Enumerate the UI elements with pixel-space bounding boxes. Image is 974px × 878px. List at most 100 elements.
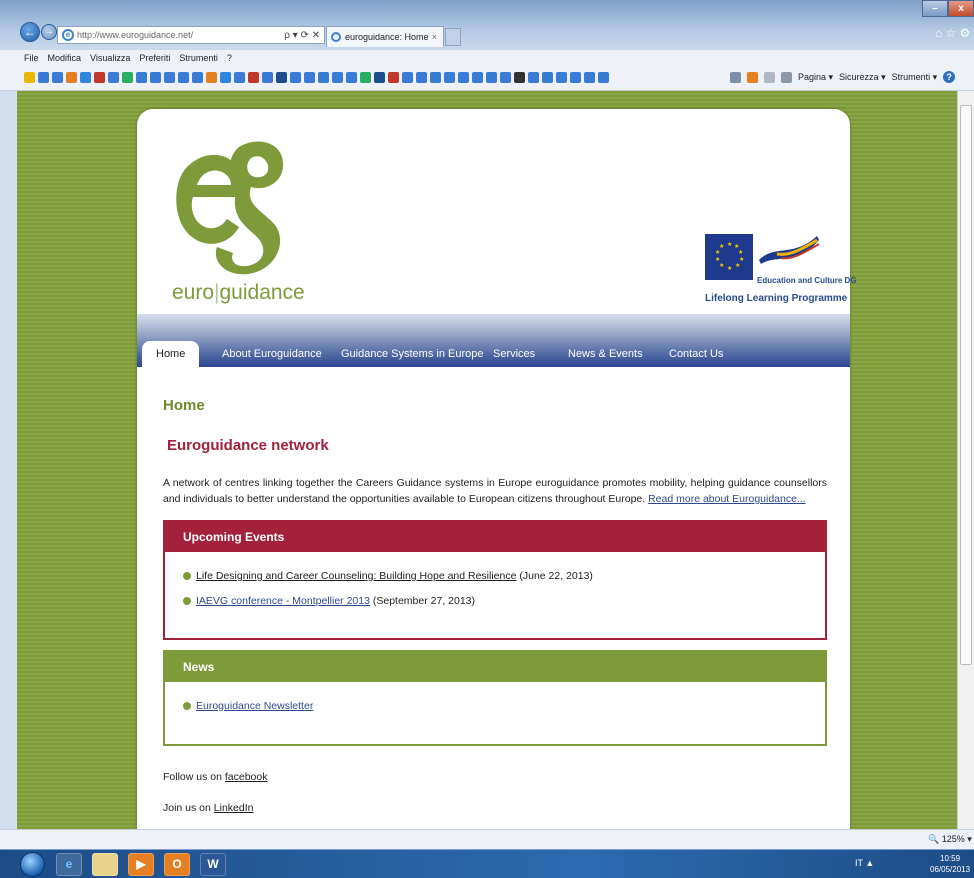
event-date: (June 22, 2013) [519, 570, 593, 582]
status-bar: 🔍 125% ▾ [0, 829, 974, 849]
tab-close-icon[interactable]: × [432, 32, 443, 42]
site-container: euro|guidance ★ ★ ★ ★ ★ ★ ★ ★ ★ ★ Education and… [137, 109, 857, 829]
favorite-link-icon[interactable] [192, 72, 203, 83]
favorite-link-icon[interactable] [38, 72, 49, 83]
vertical-scrollbar[interactable] [957, 91, 974, 829]
favorite-link-icon[interactable] [318, 72, 329, 83]
window-left-edge [0, 91, 17, 829]
favorite-link-icon[interactable] [374, 72, 385, 83]
zoom-level[interactable]: 🔍 125% ▾ [928, 834, 972, 845]
favorite-link-icon[interactable] [248, 72, 259, 83]
nav-news-events[interactable]: News & Events [568, 341, 643, 367]
favorite-link-icon[interactable] [150, 72, 161, 83]
scroll-thumb[interactable] [960, 105, 972, 665]
favorite-link-icon[interactable] [388, 72, 399, 83]
taskbar-media-icon[interactable]: ▶ [128, 853, 154, 876]
favorite-link-icon[interactable] [584, 72, 595, 83]
favorite-link-icon[interactable] [360, 72, 371, 83]
facebook-link[interactable]: facebook [225, 771, 268, 783]
menu-pagina[interactable]: Pagina ▾ [798, 72, 833, 83]
home-favorites-tools-icons[interactable]: ⌂ ☆ ⚙ [935, 26, 970, 40]
favorite-link-icon[interactable] [234, 72, 245, 83]
browser-titlebar: ← → e http://www.euroguidance.net/ ρ ▾ ⟳… [0, 0, 974, 50]
favorite-link-icon[interactable] [570, 72, 581, 83]
favorite-link-icon[interactable] [94, 72, 105, 83]
favorite-link-icon[interactable] [276, 72, 287, 83]
menu-help[interactable]: ? [227, 53, 232, 63]
taskbar-word-icon[interactable]: W [200, 853, 226, 876]
system-tray[interactable]: IT ▲ [855, 858, 874, 868]
menu-visualizza[interactable]: Visualizza [90, 53, 130, 63]
nav-services[interactable]: Services [493, 341, 535, 367]
event-link-iaevg[interactable]: IAEVG conference - Montpellier 2013 [196, 595, 370, 607]
favorite-link-icon[interactable] [402, 72, 413, 83]
favorite-link-icon[interactable] [528, 72, 539, 83]
minimize-button[interactable]: – [922, 0, 948, 17]
nav-guidance-systems[interactable]: Guidance Systems in Europe [341, 341, 483, 367]
favorite-link-icon[interactable] [430, 72, 441, 83]
close-window-button[interactable]: x [948, 0, 974, 17]
start-button[interactable] [20, 852, 45, 877]
favorite-link-icon[interactable] [472, 72, 483, 83]
favorite-link-icon[interactable] [556, 72, 567, 83]
newsletter-link[interactable]: Euroguidance Newsletter [196, 700, 313, 712]
taskbar-explorer-icon[interactable] [92, 853, 118, 876]
favorite-link-icon[interactable] [304, 72, 315, 83]
favorite-link-icon[interactable] [486, 72, 497, 83]
menu-strumenti-cmd[interactable]: Strumenti ▾ [892, 72, 938, 83]
home-page-icon[interactable] [730, 71, 741, 83]
taskbar-outlook-icon[interactable]: O [164, 853, 190, 876]
favorite-link-icon[interactable] [542, 72, 553, 83]
favorite-link-icon[interactable] [346, 72, 357, 83]
favorite-link-icon[interactable] [206, 72, 217, 83]
address-bar[interactable]: e http://www.euroguidance.net/ ρ ▾ ⟳ ✕ [57, 26, 325, 44]
nav-about[interactable]: About Euroguidance [222, 341, 322, 367]
favorite-link-icon[interactable] [416, 72, 427, 83]
favorite-link-icon[interactable] [66, 72, 77, 83]
menu-sicurezza[interactable]: Sicurezza ▾ [839, 72, 886, 83]
euroguidance-logo-icon[interactable] [167, 127, 287, 277]
favorite-link-icon[interactable] [178, 72, 189, 83]
eu-dg-label: Education and Culture DG [757, 276, 857, 285]
favorite-link-icon[interactable] [122, 72, 133, 83]
menu-file[interactable]: File [24, 53, 39, 63]
menu-preferiti[interactable]: Preferiti [139, 53, 170, 63]
read-more-link[interactable]: Read more about Euroguidance... [648, 493, 806, 505]
favorite-link-icon[interactable] [290, 72, 301, 83]
nav-home[interactable]: Home [142, 341, 200, 367]
rss-icon[interactable] [747, 71, 758, 83]
browser-tab[interactable]: euroguidance: Home × [326, 26, 444, 47]
favorite-link-icon[interactable] [262, 72, 273, 83]
favorite-link-icon[interactable] [24, 72, 35, 83]
favorite-link-icon[interactable] [220, 72, 231, 83]
logo-wordmark[interactable]: euro|guidance [172, 281, 305, 305]
favorite-link-icon[interactable] [52, 72, 63, 83]
favorite-link-icon[interactable] [136, 72, 147, 83]
favorite-link-icon[interactable] [598, 72, 609, 83]
follow-text: Follow us on [163, 771, 222, 783]
help-icon[interactable]: ? [943, 71, 956, 83]
taskbar-ie-icon[interactable]: e [56, 853, 82, 876]
page-title: Home [163, 397, 205, 414]
taskbar-clock[interactable]: 10:59 06/05/2013 [930, 853, 970, 875]
address-tools-icons[interactable]: ρ ▾ ⟳ ✕ [284, 30, 324, 41]
back-button[interactable]: ← [20, 22, 40, 42]
forward-button[interactable]: → [41, 24, 57, 40]
print-icon[interactable] [781, 71, 792, 83]
mail-icon[interactable] [764, 71, 775, 83]
linkedin-link[interactable]: LinkedIn [214, 802, 254, 814]
favorite-link-icon[interactable] [108, 72, 119, 83]
event-link-life-designing[interactable]: Life Designing and Career Counseling: Bu… [196, 570, 516, 582]
address-url[interactable]: http://www.euroguidance.net/ [77, 30, 284, 40]
favorite-link-icon[interactable] [514, 72, 525, 83]
favorite-link-icon[interactable] [500, 72, 511, 83]
favorite-link-icon[interactable] [164, 72, 175, 83]
menu-modifica[interactable]: Modifica [48, 53, 82, 63]
favorite-link-icon[interactable] [458, 72, 469, 83]
favorite-link-icon[interactable] [332, 72, 343, 83]
menu-strumenti[interactable]: Strumenti [179, 53, 218, 63]
new-tab-button[interactable] [445, 28, 461, 46]
favorite-link-icon[interactable] [80, 72, 91, 83]
nav-contact[interactable]: Contact Us [669, 341, 723, 367]
favorite-link-icon[interactable] [444, 72, 455, 83]
